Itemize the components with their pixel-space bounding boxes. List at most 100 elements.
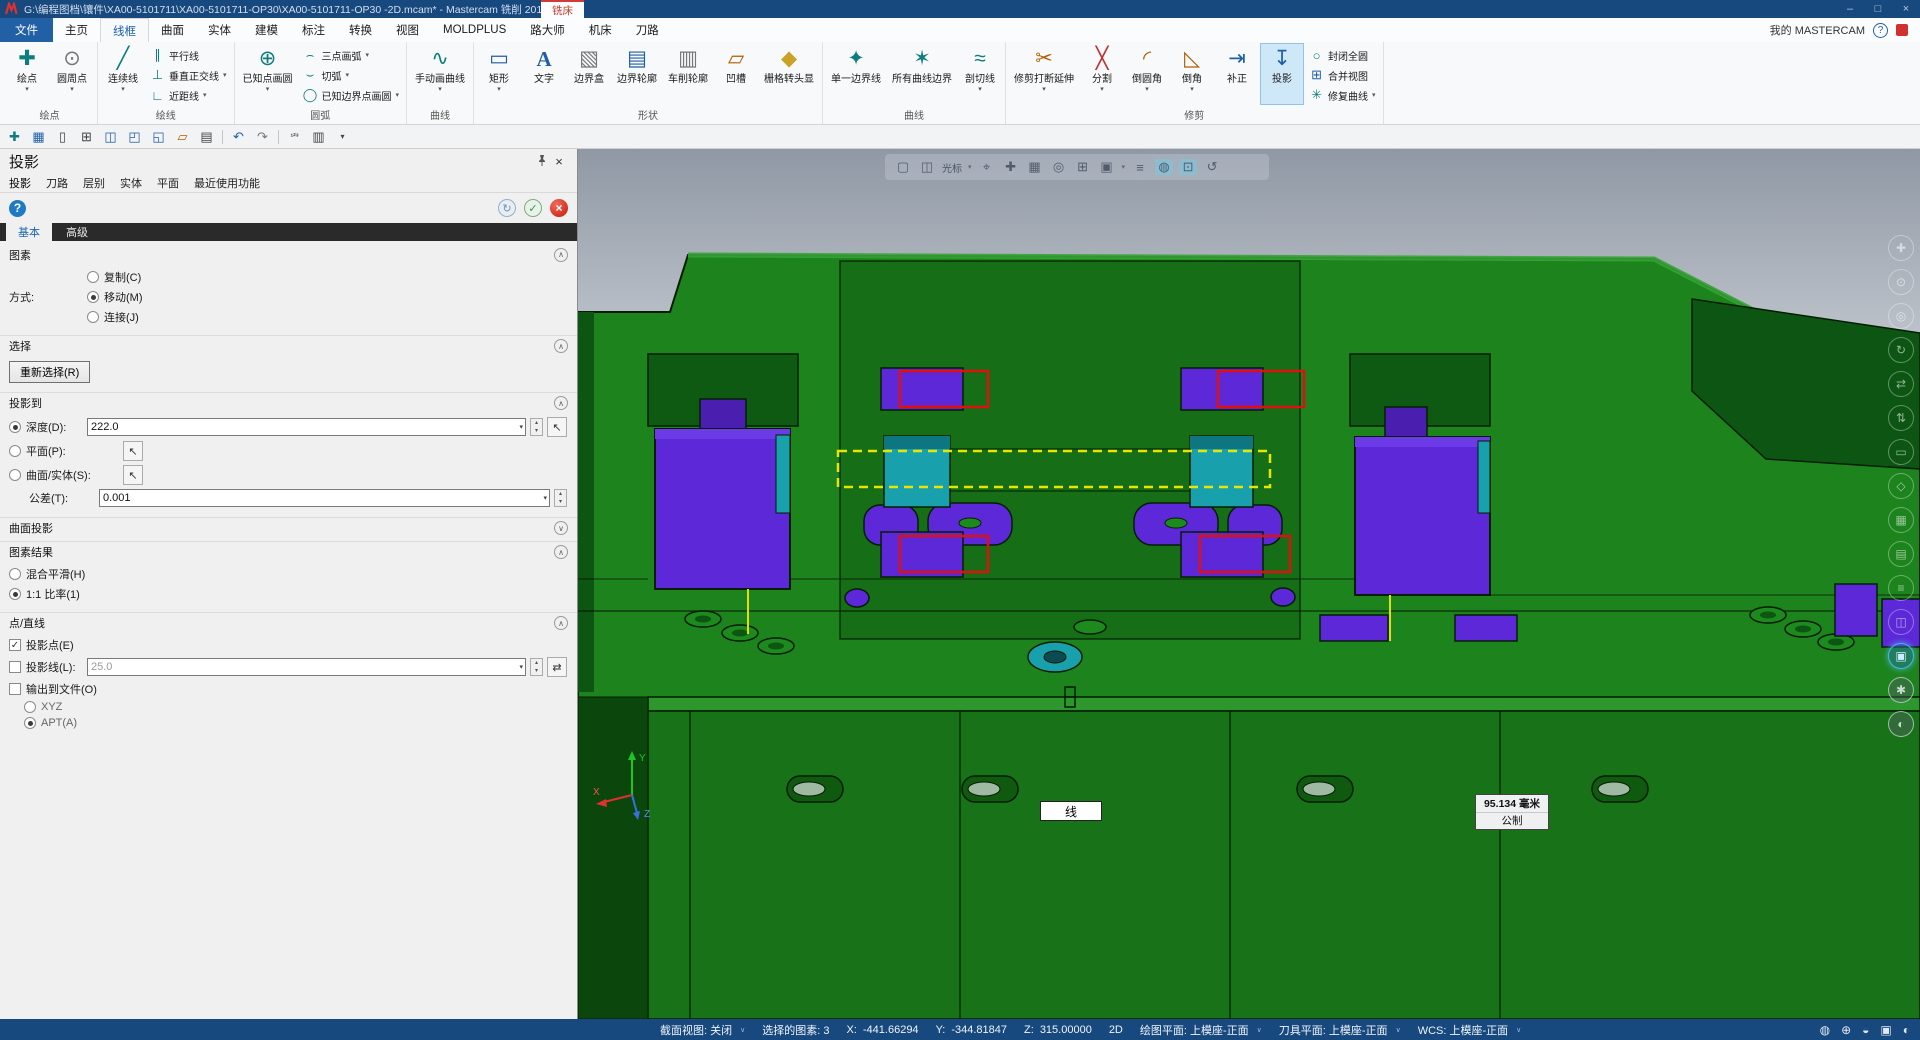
- viewsheet-icon[interactable]: ⊡: [1179, 159, 1198, 175]
- open-file-icon[interactable]: ⊞: [78, 129, 95, 145]
- collapse-icon[interactable]: ∧: [554, 396, 568, 410]
- viewsheet-small-icon[interactable]: ▤: [1888, 541, 1914, 567]
- project-lines-input[interactable]: [88, 661, 513, 673]
- circle-edge-points-button[interactable]: ◯ 已知边界点画圆 ▾: [299, 86, 404, 104]
- expand-icon[interactable]: ∨: [554, 521, 568, 535]
- screenshot-123-icon[interactable]: ¹²³: [286, 132, 303, 141]
- viewport-canvas[interactable]: ▢ ◫ 光标 ▾ ⌖ ✚ ▦ ◎ ⊞ ▣ ▾ ≡ ◍ ⊡ ↺ ✚ ⊙ ◎ ↻ ⇄…: [578, 149, 1920, 1019]
- arc-tangent-button[interactable]: ⌣ 切弧 ▾: [299, 66, 404, 84]
- pin-icon[interactable]: [534, 154, 550, 169]
- apply-button[interactable]: ↻: [498, 199, 516, 217]
- tab-model-prep[interactable]: 建模: [243, 18, 290, 42]
- section-view-icon[interactable]: ◫: [1888, 609, 1914, 635]
- zip-icon[interactable]: ▱: [174, 129, 191, 145]
- panel-tab-projection[interactable]: 投影: [9, 175, 31, 191]
- display-settings-icon[interactable]: ◐: [1888, 711, 1914, 737]
- section-curve-button[interactable]: ≈ 剖切线 ▾: [958, 43, 1002, 105]
- print-icon[interactable]: ▤: [198, 129, 215, 145]
- radio-blend-smooth[interactable]: 混合平滑(H): [9, 566, 85, 582]
- curve-all-edges-button[interactable]: ✶ 所有曲线边界: [887, 43, 957, 105]
- zoom-window-icon[interactable]: ◎: [1888, 303, 1914, 329]
- radio-move[interactable]: 移动(M): [87, 289, 143, 305]
- circle-points-button[interactable]: ⊙ 圆周点 ▾: [50, 43, 94, 105]
- radio-plane[interactable]: 平面(P):: [9, 443, 119, 459]
- chevron-down-icon[interactable]: ▾: [519, 663, 523, 671]
- rotate-view-icon[interactable]: ↻: [1888, 337, 1914, 363]
- check-project-points[interactable]: ✓ 投影点(E): [9, 637, 74, 653]
- export-icon[interactable]: ◱: [150, 129, 167, 145]
- tab-home[interactable]: 主页: [53, 18, 100, 42]
- tab-machine[interactable]: 机床: [577, 18, 624, 42]
- x-coordinate[interactable]: X: -441.66294: [846, 1024, 918, 1036]
- redo-icon[interactable]: ↷: [254, 129, 271, 145]
- radio-apt[interactable]: APT(A): [24, 717, 77, 729]
- z-coordinate[interactable]: Z: 315.00000: [1024, 1024, 1092, 1036]
- tab-basic[interactable]: 基本: [6, 223, 52, 241]
- panel-help-icon[interactable]: ?: [9, 199, 26, 217]
- panel-tab-solids[interactable]: 实体: [120, 175, 142, 191]
- gnomon-small-icon[interactable]: ◇: [1888, 473, 1914, 499]
- tolerance-spinner[interactable]: ▴ ▾: [554, 489, 567, 507]
- depth-spinner[interactable]: ▴ ▾: [530, 418, 543, 436]
- panel-close-icon[interactable]: ×: [550, 154, 568, 169]
- radio-depth[interactable]: 深度(D):: [9, 419, 83, 435]
- line-continuous-button[interactable]: ╱ 连续线 ▾: [101, 43, 145, 105]
- minimize-button[interactable]: –: [1836, 3, 1864, 15]
- radio-xyz[interactable]: XYZ: [24, 701, 62, 713]
- closest-line-button[interactable]: ∟ 近距线 ▾: [146, 86, 231, 104]
- curve-one-edge-button[interactable]: ✦ 单一边界线: [826, 43, 886, 105]
- radio-ratio-1-1[interactable]: 1:1 比率(1): [9, 586, 80, 602]
- account-label[interactable]: 我的 MASTERCAM: [1770, 22, 1865, 38]
- tab-advanced[interactable]: 高级: [54, 223, 100, 241]
- settings-gear-icon[interactable]: ✱: [1888, 677, 1914, 703]
- tab-transform[interactable]: 转换: [337, 18, 384, 42]
- project-button[interactable]: ↧ 投影: [1260, 43, 1305, 105]
- chevron-down-icon[interactable]: ▾: [519, 423, 523, 431]
- collapse-icon[interactable]: ∧: [554, 339, 568, 353]
- wcs-globe-icon[interactable]: ◍: [1820, 1023, 1830, 1037]
- tab-solids[interactable]: 实体: [196, 18, 243, 42]
- report-icon[interactable]: ▥: [310, 129, 327, 145]
- arc-3-points-button[interactable]: ⌢ 三点画弧 ▾: [299, 46, 404, 64]
- manual-spline-button[interactable]: ∿ 手动画曲线 ▾: [410, 43, 470, 105]
- select-circle-icon[interactable]: ◎: [1050, 159, 1068, 175]
- save-icon[interactable]: ◫: [102, 129, 119, 145]
- fix-curve-button[interactable]: ✳ 修复曲线 ▾: [1305, 86, 1380, 104]
- tab-pathmaster[interactable]: 路大师: [518, 18, 577, 42]
- radio-surface-solid[interactable]: 曲面/实体(S):: [9, 467, 119, 483]
- view-undo-icon[interactable]: ↺: [1203, 159, 1221, 175]
- collapse-icon[interactable]: ∧: [554, 616, 568, 630]
- tab-view[interactable]: 视图: [384, 18, 431, 42]
- zoom-select-icon[interactable]: ◒: [1862, 1023, 1869, 1037]
- point-button[interactable]: ✚ 绘点 ▾: [5, 43, 49, 105]
- monitor-icon[interactable]: ▣: [1880, 1023, 1891, 1037]
- grid-icon[interactable]: ▦: [1026, 159, 1044, 175]
- cplane-selector[interactable]: 绘图平面: 上模座-正面 ∨: [1140, 1022, 1262, 1038]
- chamfer-button[interactable]: ◺ 倒角 ▾: [1170, 43, 1214, 105]
- letters-button[interactable]: A 文字: [522, 43, 566, 105]
- tab-surfaces[interactable]: 曲面: [149, 18, 196, 42]
- lock-icon[interactable]: ▢: [894, 159, 912, 175]
- radio-copy[interactable]: 复制(C): [87, 269, 143, 285]
- view-globe-icon[interactable]: ⊕: [1841, 1023, 1851, 1037]
- contrast-icon[interactable]: ◐: [1903, 1023, 1910, 1037]
- qat-customize-icon[interactable]: ▾: [334, 132, 351, 141]
- layers-view-icon[interactable]: ▣: [1888, 643, 1914, 669]
- depth-input[interactable]: [88, 421, 513, 433]
- ok-button[interactable]: ✓: [524, 199, 542, 217]
- mode-2d-toggle[interactable]: 2D: [1109, 1024, 1123, 1036]
- maximize-button[interactable]: □: [1864, 3, 1892, 15]
- chevron-down-icon[interactable]: ▾: [543, 494, 547, 502]
- tab-file[interactable]: 文件: [0, 18, 53, 42]
- panel-tab-levels[interactable]: 层别: [83, 175, 105, 191]
- surface-pick-button[interactable]: ↖: [123, 465, 143, 485]
- collapse-icon[interactable]: ∧: [554, 247, 568, 262]
- cursor-label[interactable]: 光标: [942, 160, 962, 175]
- radio-join[interactable]: 连接(J): [87, 309, 143, 325]
- offset-button[interactable]: ⇥ 补正: [1215, 43, 1259, 105]
- y-coordinate[interactable]: Y: -344.81847: [936, 1024, 1007, 1036]
- close-arc-button[interactable]: ○ 封闭全圆: [1305, 46, 1380, 64]
- divide-button[interactable]: ╳ 分割 ▾: [1080, 43, 1124, 105]
- window-select-icon[interactable]: ⊞: [1074, 159, 1092, 175]
- pan-vertical-icon[interactable]: ⇅: [1888, 405, 1914, 431]
